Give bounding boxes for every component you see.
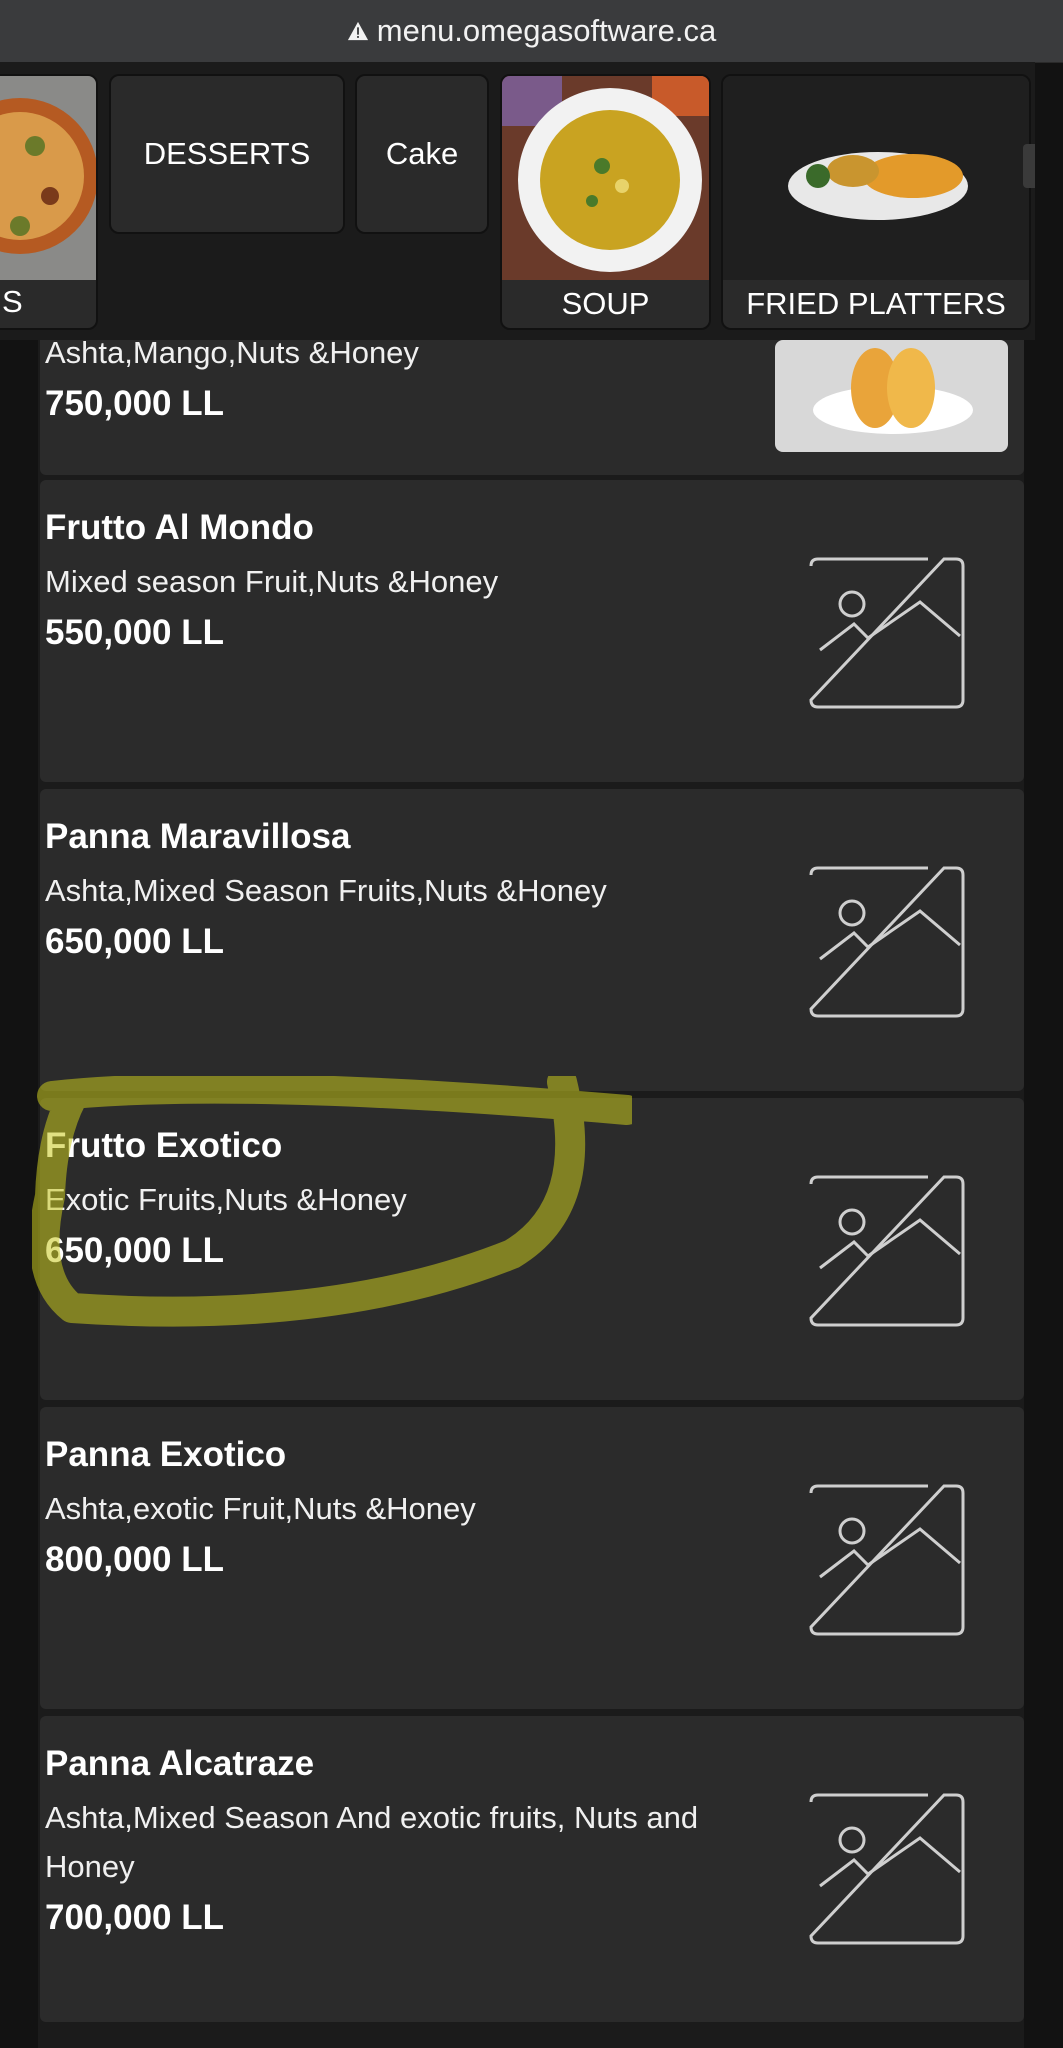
- category-label: S: [2, 284, 23, 319]
- image-placeholder-icon: [809, 1175, 965, 1327]
- item-name: Panna Maravillosa: [45, 817, 351, 856]
- menu-item-card[interactable]: Frutto Al Mondo Mixed season Fruit,Nuts …: [40, 480, 1024, 782]
- item-description: Ashta,Mixed Season Fruits,Nuts &Honey: [45, 873, 607, 908]
- item-name: Panna Exotico: [45, 1435, 287, 1474]
- item-description: Ashta,exotic Fruit,Nuts &Honey: [45, 1491, 476, 1526]
- browser-url-bar[interactable]: menu.omegasoftware.ca: [0, 0, 1063, 63]
- item-price: 700,000 LL: [45, 1898, 224, 1937]
- item-description: Ashta,Mixed Season And exotic fruits, Nu…: [45, 1800, 699, 1884]
- item-description: Exotic Fruits,Nuts &Honey: [45, 1182, 407, 1217]
- item-price: 650,000 LL: [45, 1231, 224, 1270]
- item-price: 750,000 LL: [45, 384, 224, 423]
- url-text: menu.omegasoftware.ca: [376, 13, 717, 48]
- category-soup[interactable]: SOUP: [500, 74, 711, 330]
- soup-image: [502, 76, 709, 280]
- category-fried-platters[interactable]: FRIED PLATTERS: [721, 74, 1031, 330]
- category-desserts[interactable]: DESSERTS: [109, 74, 345, 234]
- item-price: 650,000 LL: [45, 922, 224, 961]
- category-label: DESSERTS: [143, 136, 311, 171]
- item-description: Mixed season Fruit,Nuts &Honey: [45, 564, 499, 599]
- menu-item-card[interactable]: Panna Maravillosa Ashta,Mixed Season Fru…: [40, 789, 1024, 1091]
- warning-icon: [347, 21, 368, 41]
- image-placeholder-icon: [809, 866, 965, 1018]
- item-price: 550,000 LL: [45, 613, 224, 652]
- menu-item-card[interactable]: Panna Alcatraze Ashta,Mixed Season And e…: [40, 1716, 1024, 2022]
- category-label: FRIED PLATTERS: [746, 286, 1006, 321]
- menu-item-card[interactable]: Panna Exotico Ashta,exotic Fruit,Nuts &H…: [40, 1407, 1024, 1709]
- item-name: Panna Alcatraze: [45, 1744, 315, 1783]
- fried-platter-image: [723, 76, 1029, 280]
- category-label: SOUP: [561, 286, 650, 321]
- image-placeholder-icon: [809, 1793, 965, 1945]
- item-price: 800,000 LL: [45, 1540, 224, 1579]
- category-scroll-handle[interactable]: [1023, 144, 1035, 188]
- image-placeholder-icon: [809, 557, 965, 709]
- category-strip[interactable]: S DESSERTS Cake SOUP FRIED PLATTERS: [0, 62, 1035, 340]
- category-label: Cake: [385, 136, 459, 171]
- dessert-photo: [775, 340, 1008, 452]
- item-name: Frutto Al Mondo: [45, 508, 314, 547]
- menu-item-card[interactable]: Frutto Exotico Exotic Fruits,Nuts &Honey…: [40, 1098, 1024, 1400]
- image-placeholder-icon: [809, 1484, 965, 1636]
- category-pizza[interactable]: S: [0, 74, 98, 330]
- category-cake[interactable]: Cake: [355, 74, 489, 234]
- item-name: Frutto Exotico: [45, 1126, 283, 1165]
- pizza-image: [0, 76, 96, 280]
